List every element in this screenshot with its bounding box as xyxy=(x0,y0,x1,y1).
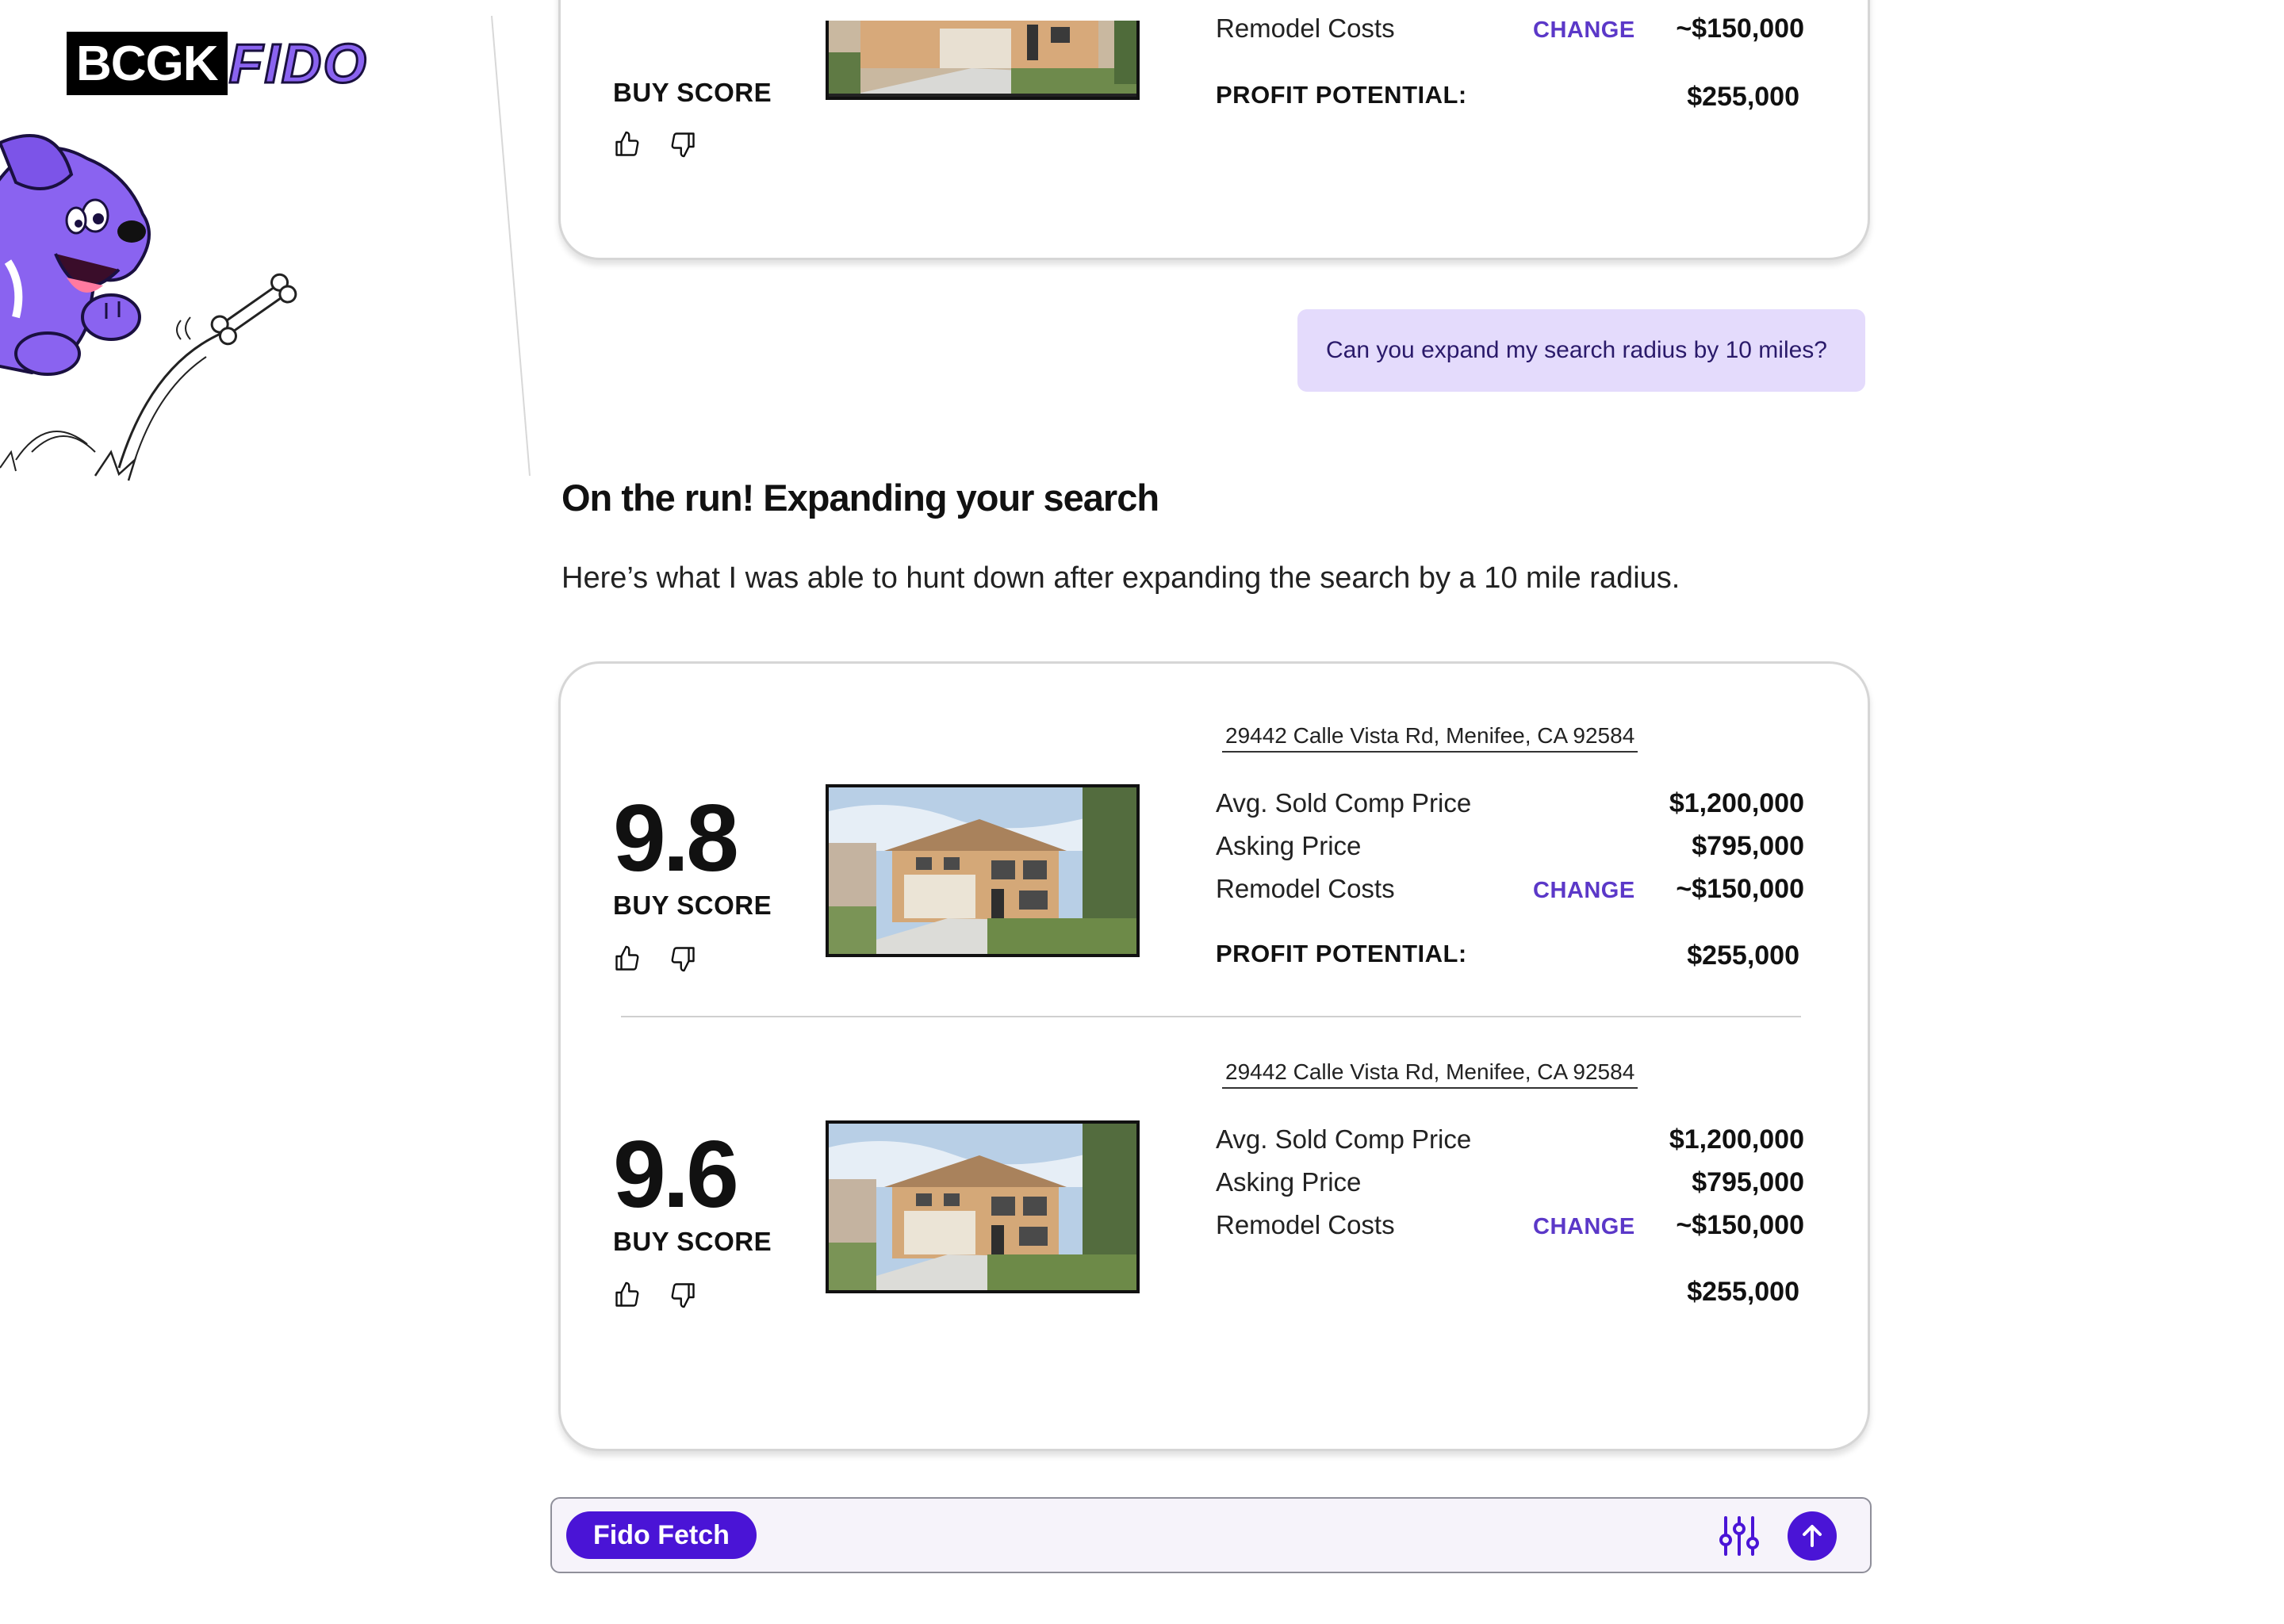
remodel-costs-value: ~$150,000 xyxy=(1676,1210,1804,1240)
user-message-bubble: Can you expand my search radius by 10 mi… xyxy=(1297,309,1865,392)
fido-dog-mascot-illustration xyxy=(0,134,297,481)
avg-sold-comp-value: $1,200,000 xyxy=(1669,1124,1804,1155)
profit-potential-value: $255,000 xyxy=(1687,940,1799,971)
arrow-up-icon xyxy=(1803,1525,1822,1547)
listing-divider xyxy=(621,1016,1801,1017)
remodel-costs-label: Remodel Costs xyxy=(1216,1210,1395,1239)
response-title: On the run! Expanding your search xyxy=(561,477,1159,519)
app-logo[interactable]: BCGK FIDO xyxy=(67,32,368,96)
response-body: Here’s what I was able to hunt down afte… xyxy=(561,561,1680,595)
asking-price-value: $795,000 xyxy=(1692,831,1804,861)
change-remodel-link[interactable]: CHANGE xyxy=(1533,14,1635,46)
logo-fido: FIDO xyxy=(228,32,368,96)
avg-sold-comp-value: $1,200,000 xyxy=(1669,788,1804,818)
thumbs-up-icon[interactable] xyxy=(613,944,642,973)
property-address-link[interactable]: 29442 Calle Vista Rd, Menifee, CA 92584 xyxy=(1222,722,1638,753)
buy-score-value: 9.8 xyxy=(613,785,739,891)
avg-sold-comp-label: Avg. Sold Comp Price xyxy=(1216,788,1472,818)
property-address-link[interactable]: 29442 Calle Vista Rd, Menifee, CA 92584 xyxy=(1222,1059,1638,1089)
message-composer[interactable]: Fido Fetch xyxy=(550,1497,1872,1573)
property-photo[interactable] xyxy=(826,784,1140,957)
thumbs-up-icon[interactable] xyxy=(613,130,642,159)
profit-potential-value: $255,000 xyxy=(1687,1277,1799,1307)
sidebar: BCGK FIDO xyxy=(0,0,539,1624)
fido-fetch-chip[interactable]: Fido Fetch xyxy=(566,1511,757,1559)
thumbs-down-icon[interactable] xyxy=(669,1281,697,1309)
logo-bcgk: BCGK xyxy=(67,32,228,95)
remodel-costs-value: ~$150,000 xyxy=(1676,874,1804,904)
buy-score-value: 9.6 xyxy=(613,1121,739,1228)
remodel-costs-value: ~$150,000 xyxy=(1676,13,1804,44)
profit-potential-label: PROFIT POTENTIAL: xyxy=(1216,940,1467,967)
sliders-icon[interactable] xyxy=(1718,1515,1761,1557)
asking-price-label: Asking Price xyxy=(1216,831,1362,860)
property-photo[interactable] xyxy=(826,21,1140,100)
listing-card-previous: BUY SCORE Remodel Costs CHANGE ~$150,000 xyxy=(558,0,1870,260)
buy-score-label: BUY SCORE xyxy=(613,891,772,920)
send-button[interactable] xyxy=(1788,1511,1837,1561)
change-remodel-link[interactable]: CHANGE xyxy=(1533,1211,1635,1243)
remodel-costs-label: Remodel Costs xyxy=(1216,13,1395,43)
asking-price-value: $795,000 xyxy=(1692,1167,1804,1197)
profit-potential-value: $255,000 xyxy=(1687,82,1799,112)
listing-results-card: 29442 Calle Vista Rd, Menifee, CA 92584 … xyxy=(558,661,1870,1451)
buy-score-label: BUY SCORE xyxy=(613,78,772,107)
property-photo[interactable] xyxy=(826,1120,1140,1293)
profit-potential-label: PROFIT POTENTIAL: xyxy=(1216,81,1467,109)
thumbs-down-icon[interactable] xyxy=(669,130,697,159)
buy-score-label: BUY SCORE xyxy=(613,1227,772,1256)
asking-price-label: Asking Price xyxy=(1216,1167,1362,1197)
change-remodel-link[interactable]: CHANGE xyxy=(1533,875,1635,906)
remodel-costs-label: Remodel Costs xyxy=(1216,874,1395,903)
thumbs-down-icon[interactable] xyxy=(669,944,697,973)
avg-sold-comp-label: Avg. Sold Comp Price xyxy=(1216,1124,1472,1154)
thumbs-up-icon[interactable] xyxy=(613,1281,642,1309)
